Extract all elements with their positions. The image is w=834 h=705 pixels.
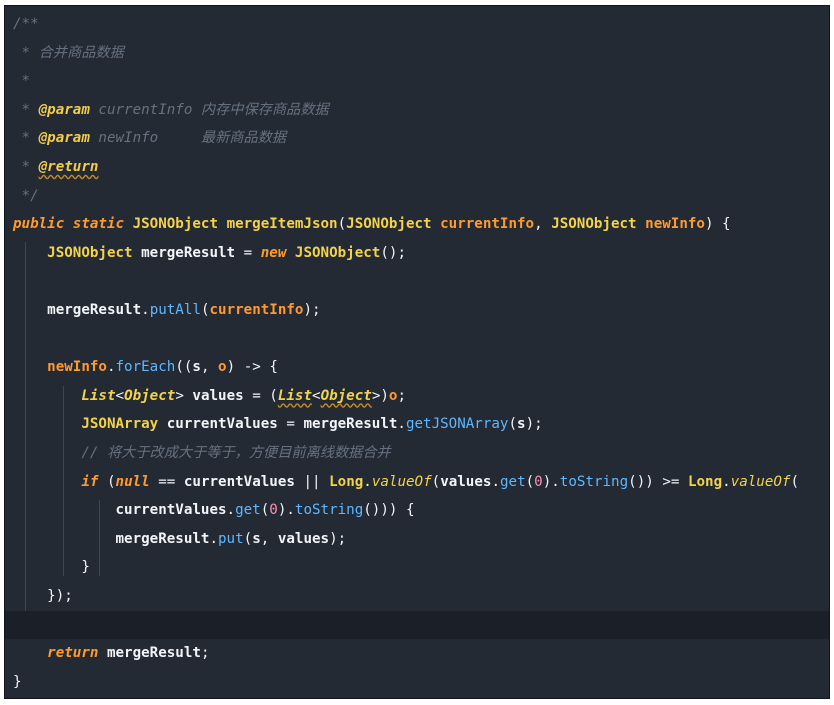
code-line-18[interactable]: currentValues.get(0).toString())) { — [5, 496, 829, 525]
code-line-12[interactable] — [5, 325, 829, 354]
code-line-11[interactable]: mergeResult.putAll(currentInfo); — [5, 296, 829, 325]
code-line-1[interactable]: /** — [5, 10, 829, 39]
code-line-6[interactable]: * @return — [5, 153, 829, 182]
code-line-4[interactable]: * @param currentInfo 内存中保存商品数据 — [5, 96, 829, 125]
code-line-23[interactable]: return mergeResult; — [5, 639, 829, 668]
code-line-3[interactable]: * — [5, 67, 829, 96]
code-line-24[interactable]: } — [5, 668, 829, 697]
code-line-8[interactable]: public static JSONObject mergeItemJson(J… — [5, 210, 829, 239]
code-line-21[interactable]: }); — [5, 582, 829, 611]
code-line-16[interactable]: // 将大于改成大于等于，方便目前离线数据合并 — [5, 439, 829, 468]
code-line-7[interactable]: */ — [5, 182, 829, 211]
code-line-10[interactable] — [5, 267, 829, 296]
code-line-5[interactable]: * @param newInfo 最新商品数据 — [5, 124, 829, 153]
code-line-22[interactable] — [5, 610, 829, 640]
code-editor[interactable]: /** * 合并商品数据 * * @param currentInfo 内存中保… — [4, 5, 830, 699]
code-line-17[interactable]: if (null == currentValues || Long.valueO… — [5, 468, 829, 497]
code-line-13[interactable]: newInfo.forEach((s, o) -> { — [5, 353, 829, 382]
code-line-20[interactable]: } — [5, 553, 829, 582]
code-line-2[interactable]: * 合并商品数据 — [5, 39, 829, 68]
code-line-19[interactable]: mergeResult.put(s, values); — [5, 525, 829, 554]
code-line-9[interactable]: JSONObject mergeResult = new JSONObject(… — [5, 239, 829, 268]
code-line-15[interactable]: JSONArray currentValues = mergeResult.ge… — [5, 410, 829, 439]
code-line-14[interactable]: List<Object> values = (List<Object>)o; — [5, 382, 829, 411]
